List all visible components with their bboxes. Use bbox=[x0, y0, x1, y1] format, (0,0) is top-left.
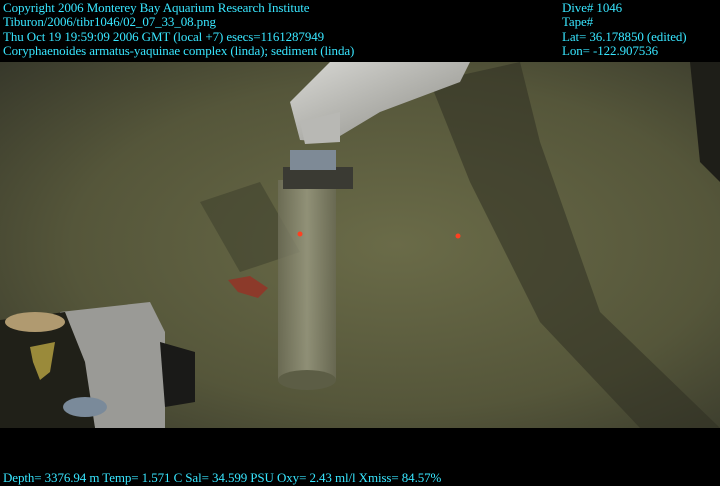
tape-number: Tape# bbox=[562, 14, 594, 29]
file-path-line: Tiburon/2006/tibr1046/02_07_33_08.png bbox=[3, 14, 216, 29]
latitude: Lat= 36.178850 (edited) bbox=[562, 29, 687, 44]
seafloor-scene bbox=[0, 62, 720, 428]
timestamp-line: Thu Oct 19 19:59:09 2006 GMT (local +7) … bbox=[3, 29, 325, 44]
laser-dot bbox=[297, 231, 303, 237]
telemetry-line: Depth= 3376.94 m Temp= 1.571 C Sal= 34.5… bbox=[3, 470, 442, 485]
dive-number: Dive# 1046 bbox=[562, 0, 623, 15]
annotation-line: Coryphaenoides armatus-yaquinae complex … bbox=[3, 43, 355, 58]
push-core-tube bbox=[278, 180, 336, 380]
copyright-line: Copyright 2006 Monterey Bay Aquarium Res… bbox=[3, 0, 310, 15]
longitude: Lon= -122.907536 bbox=[562, 43, 659, 58]
seafloor-illustration bbox=[0, 62, 720, 428]
laser-dot bbox=[455, 233, 461, 239]
